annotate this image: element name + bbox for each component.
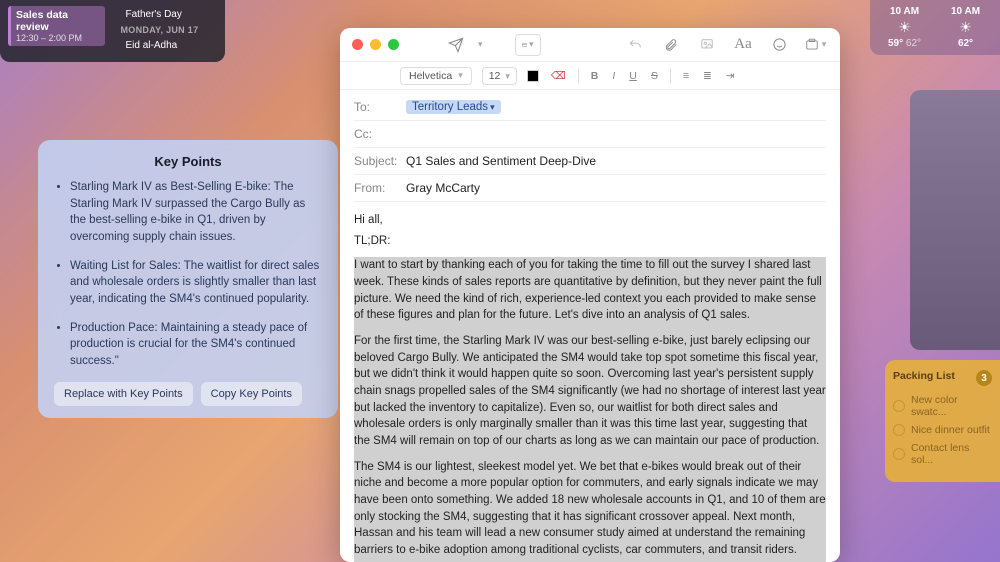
window-titlebar: ▾ ▾ Aa ▾ xyxy=(340,28,840,62)
zoom-icon[interactable] xyxy=(388,39,399,50)
list-icon[interactable]: ≣ xyxy=(701,70,714,82)
greeting: Hi all, xyxy=(354,212,826,229)
font-selector[interactable]: Helvetica▾ xyxy=(400,67,472,85)
photo-icon[interactable] xyxy=(694,34,720,56)
to-label: To: xyxy=(354,100,406,114)
sun-icon: ☀ xyxy=(941,19,990,36)
strike-button[interactable]: S xyxy=(649,70,660,82)
weather-time: 10 AM xyxy=(941,6,990,17)
notes-title: Packing List xyxy=(893,370,955,386)
media-browser-icon[interactable]: ▾ xyxy=(802,34,828,56)
format-bar: Helvetica▾ 12 ▾ ⌫ B I U S ≡ ≣ ⇥ xyxy=(340,62,840,90)
recipient-token[interactable]: Territory Leads▾ xyxy=(406,100,501,114)
key-points-panel: Key Points Starling Mark IV as Best-Sell… xyxy=(38,140,338,418)
subject-label: Subject: xyxy=(354,154,406,168)
key-point-item: Starling Mark IV as Best-Selling E-bike:… xyxy=(70,179,322,246)
key-point-item: Waiting List for Sales: The waitlist for… xyxy=(70,258,322,308)
close-icon[interactable] xyxy=(352,39,363,50)
note-item[interactable]: New color swatc... xyxy=(893,394,992,418)
copy-key-points-button[interactable]: Copy Key Points xyxy=(201,382,302,406)
remove-style-icon[interactable]: ⌫ xyxy=(549,70,568,82)
calendar-event[interactable]: Sales data review 12:30 – 2:00 PM xyxy=(8,6,105,46)
from-field[interactable]: Gray McCarty xyxy=(406,181,480,195)
mail-compose-window: ▾ ▾ Aa ▾ Helvetica▾ 12 ▾ ⌫ B I U S ≡ ≣ ⇥… xyxy=(340,28,840,562)
checkbox-icon[interactable] xyxy=(893,424,905,436)
tldr-label: TL;DR: xyxy=(354,233,826,250)
mail-headers: To: Territory Leads▾ Cc: Subject: Q1 Sal… xyxy=(340,90,840,202)
selected-text: I want to start by thanking each of you … xyxy=(354,257,826,562)
day-header: MONDAY, JUN 17 xyxy=(121,25,218,35)
cc-label: Cc: xyxy=(354,127,406,141)
weather-widget[interactable]: 10 AM ☀ 59° 62° 10 AM ☀ 62° xyxy=(870,0,1000,55)
holiday-item: Eid al-Adha xyxy=(121,37,218,54)
from-label: From: xyxy=(354,181,406,195)
sun-icon: ☀ xyxy=(880,19,929,36)
underline-button[interactable]: U xyxy=(627,70,639,82)
bold-button[interactable]: B xyxy=(589,70,601,82)
italic-button[interactable]: I xyxy=(610,70,617,82)
mail-body[interactable]: Hi all, TL;DR: I want to start by thanki… xyxy=(340,202,840,562)
note-item[interactable]: Nice dinner outfit xyxy=(893,424,992,436)
event-time: 12:30 – 2:00 PM xyxy=(16,33,100,43)
note-item[interactable]: Contact lens sol... xyxy=(893,442,992,466)
key-points-title: Key Points xyxy=(54,154,322,169)
notes-widget[interactable]: Packing List 3 New color swatc... Nice d… xyxy=(885,360,1000,482)
holiday-item: Father's Day xyxy=(121,6,218,23)
weather-time: 10 AM xyxy=(880,6,929,17)
attachment-icon[interactable] xyxy=(658,34,684,56)
subject-field[interactable]: Q1 Sales and Sentiment Deep-Dive xyxy=(406,154,596,168)
photo-widget[interactable] xyxy=(910,90,1000,350)
chevron-down-icon[interactable]: ▾ xyxy=(478,39,483,50)
send-icon[interactable] xyxy=(443,34,469,56)
minimize-icon[interactable] xyxy=(370,39,381,50)
replace-key-points-button[interactable]: Replace with Key Points xyxy=(54,382,193,406)
emoji-icon[interactable] xyxy=(766,34,792,56)
reply-icon[interactable] xyxy=(622,34,648,56)
header-toggle-button[interactable]: ▾ xyxy=(515,34,541,56)
notes-count-badge: 3 xyxy=(976,370,992,386)
checkbox-icon[interactable] xyxy=(893,448,905,460)
format-icon[interactable]: Aa xyxy=(730,34,756,56)
indent-icon[interactable]: ⇥ xyxy=(724,70,737,82)
align-left-icon[interactable]: ≡ xyxy=(681,70,691,82)
calendar-widget[interactable]: Sales data review 12:30 – 2:00 PM Father… xyxy=(0,0,225,62)
font-size-selector[interactable]: 12 ▾ xyxy=(482,67,517,85)
key-point-item: Production Pace: Maintaining a steady pa… xyxy=(70,320,322,370)
event-title: Sales data review xyxy=(16,9,100,33)
checkbox-icon[interactable] xyxy=(893,400,905,412)
text-color-swatch[interactable] xyxy=(527,70,539,82)
